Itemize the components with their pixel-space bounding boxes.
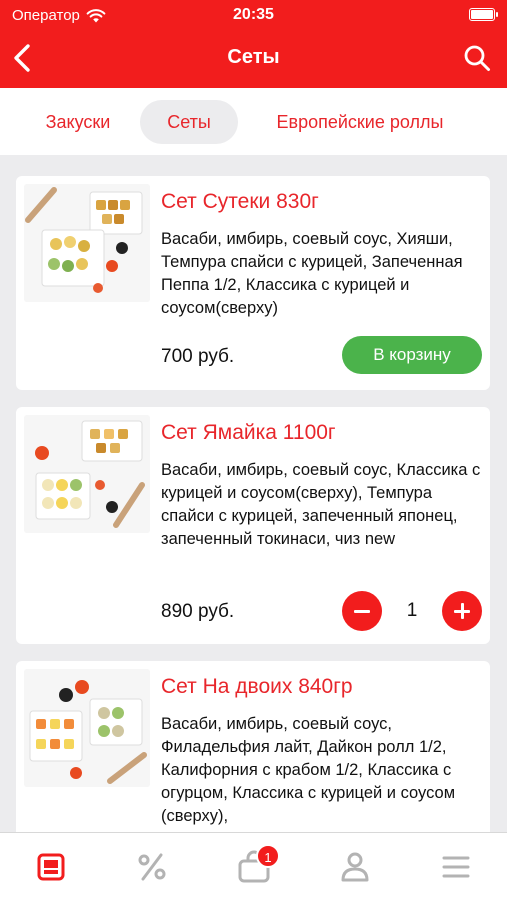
product-photo: [24, 184, 150, 302]
menu-icon[interactable]: [31, 847, 71, 887]
product-card[interactable]: Сет Сутеки 830г Васаби, имбирь, соевый с…: [16, 176, 490, 390]
cart-count-badge: 1: [256, 844, 280, 868]
product-card[interactable]: Сет Ямайка 1100г Васаби, имбирь, соевый …: [16, 407, 490, 644]
page-title: Сеты: [227, 46, 280, 68]
product-photo: [24, 669, 150, 787]
decrease-quantity-button[interactable]: [342, 591, 382, 631]
product-name: Сет Сутеки 830г: [161, 190, 319, 213]
quantity-value: 1: [406, 600, 418, 621]
tab-european-rolls[interactable]: Европейские роллы: [252, 100, 468, 144]
more-icon[interactable]: [436, 847, 476, 887]
product-card[interactable]: Сет На двоих 840гр Васаби, имбирь, соевы…: [16, 661, 490, 841]
product-name: Сет На двоих 840гр: [161, 675, 353, 698]
product-description: Васаби, имбирь, соевый соус, Филадельфия…: [161, 715, 456, 825]
category-tabs: Закуски Сеты Европейские роллы: [0, 88, 507, 155]
quantity-stepper: 1: [342, 591, 482, 631]
product-photo: [24, 415, 150, 533]
search-icon[interactable]: [463, 44, 491, 72]
product-description: Васаби, имбирь, соевый соус, Хияши, Темп…: [161, 230, 463, 317]
product-name: Сет Ямайка 1100г: [161, 421, 336, 444]
status-bar: Оператор 20:35: [0, 0, 507, 32]
profile-icon[interactable]: [335, 847, 375, 887]
tab-sety[interactable]: Сеты: [140, 100, 238, 144]
add-to-cart-button[interactable]: В корзину: [342, 336, 482, 374]
battery-icon: [469, 8, 498, 21]
bottom-navigation: [0, 832, 507, 900]
top-bar: Оператор 20:35 Сеты: [0, 0, 507, 88]
status-time: 20:35: [233, 6, 274, 23]
product-price: 700 руб.: [161, 346, 235, 367]
discount-icon[interactable]: [132, 847, 172, 887]
product-price: 890 руб.: [161, 601, 235, 622]
increase-quantity-button[interactable]: [442, 591, 482, 631]
product-description: Васаби, имбирь, соевый соус, Классика с …: [161, 461, 481, 548]
tab-zakuski[interactable]: Закуски: [26, 100, 130, 144]
